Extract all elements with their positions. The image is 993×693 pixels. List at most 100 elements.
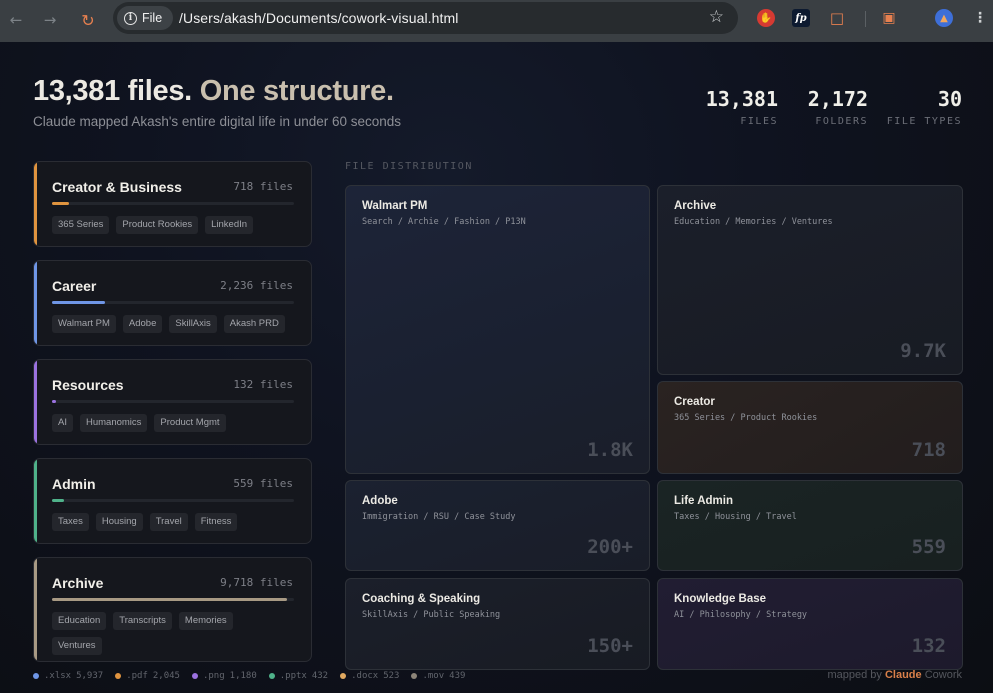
stat-label: FOLDERS [815, 116, 868, 127]
profile-avatar-icon[interactable]: ▲ [935, 9, 953, 27]
tile-name: Walmart PM [362, 200, 428, 212]
category-tag[interactable]: Taxes [52, 513, 89, 531]
tile-subfolders: 365 Series / Product Rookies [674, 413, 818, 423]
tile-subfolders: Taxes / Housing / Travel [674, 512, 797, 522]
category-accent [34, 459, 37, 543]
legend-item-pptx: .pptx 432 [268, 671, 329, 681]
category-count: 132 files [233, 378, 293, 391]
category-tag[interactable]: Fitness [194, 513, 238, 531]
tile-knowledge-base[interactable]: Knowledge Base AI / Philosophy / Strateg… [657, 578, 963, 670]
category-card-archive[interactable]: Archive 9,718 files Education Transcript… [33, 557, 312, 662]
category-tags: Education Transcripts Memories Ventures [52, 612, 282, 655]
tile-count: 9.7K [900, 340, 946, 362]
category-progress-fill [52, 301, 106, 304]
page-subtitle: Claude mapped Akash's entire digital lif… [33, 114, 402, 129]
legend-ext: .docx [351, 671, 379, 681]
category-tag[interactable]: Housing [95, 513, 143, 531]
legend-count: 432 [311, 671, 329, 681]
category-card-admin[interactable]: Admin 559 files Taxes Housing Travel Fit… [33, 458, 312, 544]
tile-life-admin[interactable]: Life Admin Taxes / Housing / Travel 559 [657, 480, 963, 571]
browser-toolbar: ← → ↻ i File /Users/akash/Documents/cowo… [0, 0, 993, 42]
credit-brand[interactable]: Claude [885, 669, 922, 681]
distribution-label: FILE DISTRIBUTION [345, 161, 473, 172]
tile-count: 150+ [587, 635, 633, 657]
title-files-count: 13,381 files. [33, 75, 192, 107]
stop-hand-extension-icon[interactable]: ✋ [757, 9, 775, 27]
tile-name: Creator [674, 396, 715, 408]
tile-walmart-pm[interactable]: Walmart PM Search / Archie / Fashion / P… [345, 185, 650, 474]
category-name: Admin [52, 476, 96, 492]
category-card-career[interactable]: Career 2,236 files Walmart PM Adobe Skil… [33, 260, 312, 346]
category-tag[interactable]: Akash PRD [223, 315, 285, 333]
folder-search-icon[interactable]: ▣ [880, 9, 898, 27]
address-bar[interactable]: i File /Users/akash/Documents/cowork-vis… [113, 2, 738, 34]
legend-count: 5,937 [76, 671, 104, 681]
category-tag[interactable]: 365 Series [52, 216, 110, 234]
url-text[interactable]: /Users/akash/Documents/cowork-visual.htm… [179, 10, 459, 26]
legend-ext: .png [202, 671, 225, 681]
tile-subfolders: Immigration / RSU / Case Study [362, 512, 516, 522]
fp-extension-icon[interactable]: fp [792, 9, 810, 27]
category-name: Creator & Business [52, 179, 182, 195]
category-progress-fill [52, 202, 69, 205]
category-progress-fill [52, 598, 287, 601]
category-progress-track [52, 202, 294, 205]
category-card-creator-business[interactable]: Creator & Business 718 files 365 Series … [33, 161, 312, 247]
category-tag[interactable]: Adobe [122, 315, 163, 333]
legend-ext: .mov [422, 671, 445, 681]
tile-name: Adobe [362, 495, 398, 507]
legend-dot [340, 673, 347, 679]
category-tag[interactable]: SkillAxis [169, 315, 217, 333]
extensions-puzzle-icon[interactable]: □ [828, 9, 846, 27]
category-tags: Walmart PM Adobe SkillAxis Akash PRD [52, 315, 302, 333]
category-name: Resources [52, 377, 124, 393]
tile-adobe[interactable]: Adobe Immigration / RSU / Case Study 200… [345, 480, 650, 571]
category-tag[interactable]: Walmart PM [52, 315, 116, 333]
category-count: 2,236 files [220, 279, 293, 292]
category-accent [34, 558, 37, 661]
site-info-chip[interactable]: i File [117, 6, 173, 30]
category-tag[interactable]: AI [52, 414, 73, 432]
tile-creator[interactable]: Creator 365 Series / Product Rookies 718 [657, 381, 963, 474]
kebab-menu-icon[interactable]: ⋮ [971, 9, 989, 27]
legend-item-png: .png 1,180 [191, 671, 257, 681]
title-tagline: One structure. [199, 75, 394, 107]
category-tag[interactable]: Product Mgmt [154, 414, 226, 432]
category-card-resources[interactable]: Resources 132 files AI Humanomics Produc… [33, 359, 312, 445]
category-tag[interactable]: Product Rookies [116, 216, 199, 234]
reload-icon[interactable]: ↻ [77, 9, 99, 31]
category-accent [34, 261, 37, 345]
category-tag[interactable]: Humanomics [79, 414, 148, 432]
tile-name: Coaching & Speaking [362, 593, 481, 605]
category-tag[interactable]: Education [52, 612, 107, 630]
category-progress-fill [52, 400, 56, 403]
toolbar-divider [865, 11, 866, 27]
back-arrow-icon[interactable]: ← [5, 9, 27, 31]
category-progress-fill [52, 499, 65, 502]
stat-value: 13,381 [705, 87, 778, 111]
legend-ext: .pptx [279, 671, 307, 681]
category-progress-track [52, 400, 294, 403]
tile-subfolders: AI / Philosophy / Strategy [674, 610, 808, 620]
legend-dot [268, 673, 275, 679]
tile-coaching-speaking[interactable]: Coaching & Speaking SkillAxis / Public S… [345, 578, 650, 670]
category-tag[interactable]: Ventures [52, 637, 102, 655]
tile-count: 200+ [587, 536, 633, 558]
category-name: Career [52, 278, 97, 294]
site-info-label: File [142, 11, 163, 25]
page-content: 13,381 files. One structure. Claude mapp… [0, 42, 993, 693]
legend-ext: .pdf [126, 671, 148, 681]
stat-value: 2,172 [807, 87, 868, 111]
category-tag[interactable]: Transcripts [113, 612, 172, 630]
tile-archive[interactable]: Archive Education / Memories / Ventures … [657, 185, 963, 375]
file-type-legend: .xlsx 5,937 .pdf 2,045 .png 1,180 .pptx 432 … [33, 671, 465, 681]
tile-count: 559 [911, 536, 946, 558]
bookmark-star-icon[interactable]: ☆ [709, 7, 724, 27]
category-tag[interactable]: LinkedIn [205, 216, 254, 234]
forward-arrow-icon[interactable]: → [39, 9, 61, 31]
tile-count: 1.8K [587, 439, 633, 461]
category-tag[interactable]: Travel [149, 513, 188, 531]
tile-name: Archive [674, 200, 717, 212]
category-count: 718 files [233, 180, 293, 193]
category-tag[interactable]: Memories [178, 612, 233, 630]
